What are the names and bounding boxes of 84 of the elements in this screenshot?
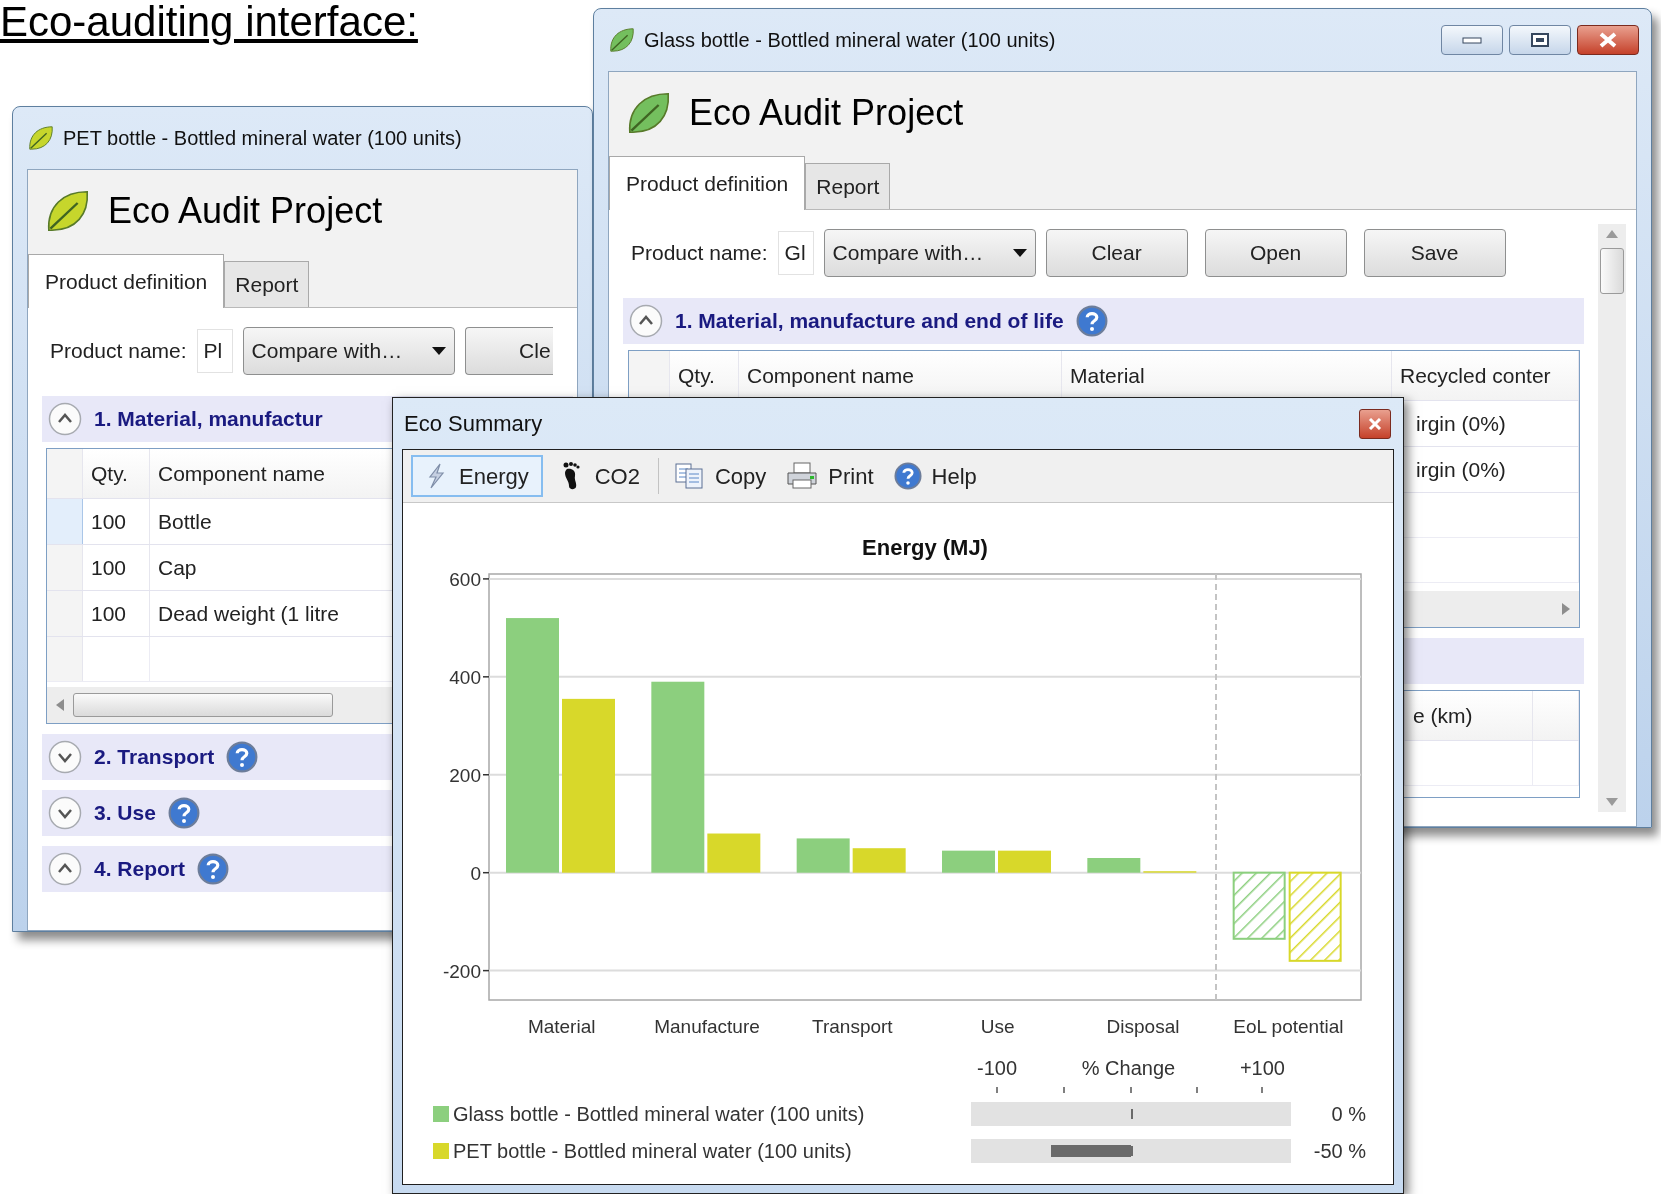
scrollbar[interactable] <box>1598 224 1626 812</box>
tick-label: 400 <box>449 666 481 688</box>
app-title: Eco Audit Project <box>108 189 383 233</box>
tab[interactable]: Report <box>805 163 891 209</box>
category-label: Transport <box>812 1016 893 1037</box>
category-label: Disposal <box>1106 1016 1180 1037</box>
help-icon[interactable] <box>226 741 259 773</box>
column-header[interactable]: Qty. <box>83 449 150 498</box>
toolbar-button[interactable]: Open <box>1204 229 1347 277</box>
tick-label: 0 <box>470 862 481 884</box>
category-label: Material <box>527 1016 596 1037</box>
window-title: Eco Summary <box>404 410 543 438</box>
field-label: Product name: <box>50 338 187 365</box>
collapse-icon[interactable] <box>48 852 82 886</box>
category-label: EoL potential <box>1233 1016 1344 1037</box>
collapse-icon[interactable] <box>48 402 82 436</box>
copy-icon <box>674 463 705 489</box>
change-value: 0 % <box>1330 1101 1366 1127</box>
legend-label: PET bottle - Bottled mineral water (100 units) <box>453 1138 853 1164</box>
scroll-up-icon[interactable] <box>1606 230 1618 238</box>
legend-label: Glass bottle - Bottled mineral water (100 units) <box>453 1101 866 1127</box>
minimize-icon <box>1462 35 1482 45</box>
collapse-icon[interactable] <box>629 304 663 338</box>
toolbar-button[interactable]: Print <box>782 455 878 497</box>
window-title: PET bottle - Bottled mineral water (100 units) <box>63 126 462 151</box>
help-icon[interactable] <box>197 853 229 885</box>
bar <box>796 838 850 873</box>
help-icon[interactable] <box>1075 305 1108 337</box>
field-label: Product name: <box>631 240 768 267</box>
section-header[interactable]: 1. Material, manufacture and end of life <box>623 298 1584 344</box>
toolbar-button[interactable]: Help <box>889 455 981 497</box>
caret-icon <box>431 347 446 355</box>
category-label: Manufacture <box>654 1016 760 1037</box>
chart-title: Energy (MJ) <box>862 535 988 560</box>
app-title: Eco Audit Project <box>689 91 964 135</box>
scrollbar-thumb[interactable] <box>73 693 333 717</box>
table-cell: 100 <box>83 591 150 636</box>
compare-dropdown[interactable]: Compare with… <box>823 229 1036 277</box>
bar <box>1087 858 1141 873</box>
table-cell: 100 <box>83 499 150 544</box>
scale-label: +100 <box>1239 1056 1285 1081</box>
toggle-button[interactable]: Energy <box>411 455 543 497</box>
scroll-left-icon[interactable] <box>55 699 65 711</box>
printer-icon <box>786 462 819 490</box>
tick-label: -200 <box>442 960 481 982</box>
toolbar-button[interactable]: Copy <box>670 455 771 497</box>
close-icon <box>1598 32 1618 48</box>
tick-label: 600 <box>449 568 481 590</box>
page-heading: Eco-auditing interface: <box>0 0 418 47</box>
scrollbar-thumb[interactable] <box>1600 248 1624 294</box>
minimize-button[interactable] <box>1441 25 1503 55</box>
scroll-down-icon[interactable] <box>1606 798 1618 806</box>
toolbar-button[interactable]: Save <box>1363 229 1506 277</box>
column-header[interactable]: e (km) <box>1405 691 1533 740</box>
bar <box>1232 871 1286 940</box>
maximize-button[interactable] <box>1509 25 1571 55</box>
toolbar-button[interactable]: Clear <box>1045 229 1188 277</box>
product-name-field[interactable]: Pl <box>196 329 233 373</box>
scale-label: -100 <box>977 1056 1018 1081</box>
close-button[interactable] <box>1359 408 1391 439</box>
tab[interactable]: Product definition <box>609 156 806 210</box>
table-cell: 100 <box>83 545 150 590</box>
toolbar-button[interactable]: Cle <box>464 327 553 375</box>
help-icon[interactable] <box>167 797 200 829</box>
expand-icon[interactable] <box>48 796 82 830</box>
bar <box>852 848 906 873</box>
window-title: Glass bottle - Bottled mineral water (100 units) <box>644 28 1056 53</box>
bar <box>942 850 995 873</box>
maximize-icon <box>1531 33 1549 47</box>
tab[interactable]: Report <box>224 261 310 307</box>
expand-icon[interactable] <box>48 740 82 774</box>
scroll-right-icon[interactable] <box>1561 603 1571 615</box>
close-button[interactable] <box>1577 25 1639 55</box>
change-value: -50 % <box>1312 1138 1366 1164</box>
bar <box>707 833 761 873</box>
close-icon <box>1368 417 1382 430</box>
bar <box>998 850 1051 873</box>
product-name-field[interactable]: Gl <box>777 231 814 275</box>
category-label: Use <box>980 1016 1015 1037</box>
caret-icon <box>1012 249 1027 257</box>
help-icon[interactable] <box>893 462 922 490</box>
compare-dropdown[interactable]: Compare with… <box>242 327 455 375</box>
scale-title: % Change <box>1081 1056 1176 1081</box>
tab[interactable]: Product definition <box>28 254 225 308</box>
